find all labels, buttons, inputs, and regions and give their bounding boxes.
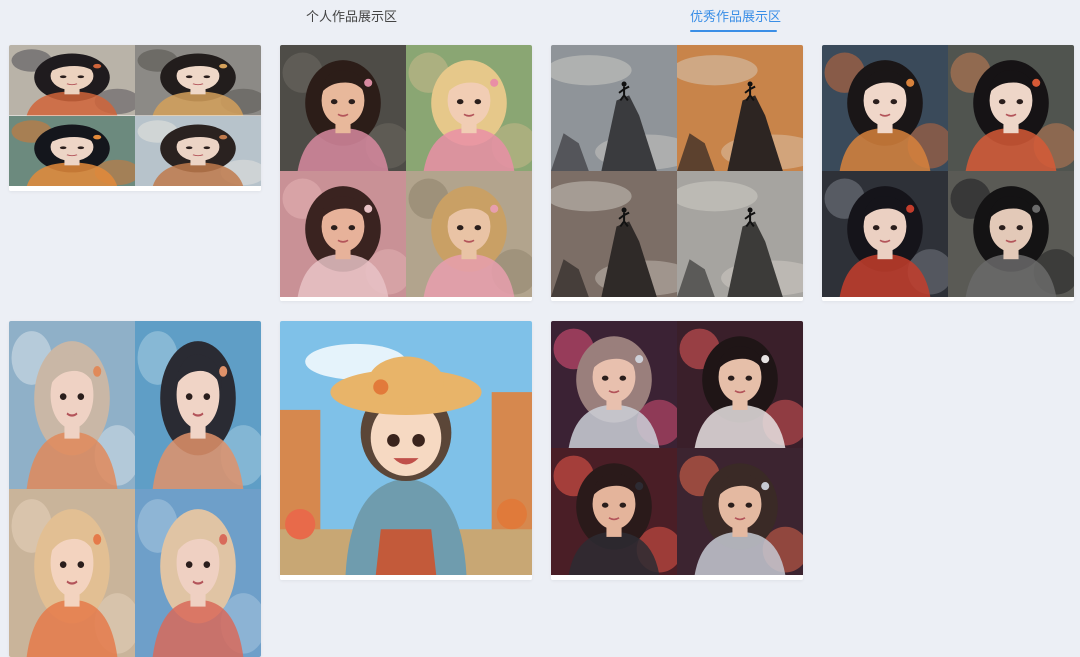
girl-in-water-image xyxy=(135,321,261,489)
gallery-card-neon-city[interactable] xyxy=(551,321,803,580)
cliff-climber-image xyxy=(677,171,803,297)
gallery-card-water-girls[interactable] xyxy=(9,321,261,657)
card-footer xyxy=(551,575,803,580)
cliff-climber-image xyxy=(677,45,803,171)
hanfu-girl-garden-image xyxy=(9,115,135,186)
hanfu-girl-garden-image xyxy=(135,115,261,186)
ornate-portrait-image xyxy=(822,171,948,297)
gallery-card-sunhat-girl[interactable] xyxy=(280,321,532,580)
girl-in-water-image xyxy=(9,321,135,489)
girl-in-water-image xyxy=(135,489,261,657)
ornate-portrait-image xyxy=(948,45,1074,171)
card-footer xyxy=(551,297,803,301)
ornate-portrait-image xyxy=(948,171,1074,297)
3d-cartoon-girl-image xyxy=(280,45,406,171)
card-footer xyxy=(280,575,532,580)
anime-sunhat-girl-image xyxy=(280,321,532,575)
card-footer xyxy=(822,297,1074,301)
ornate-portrait-image xyxy=(822,45,948,171)
active-tab-indicator xyxy=(690,30,777,32)
neon-city-portrait-image xyxy=(551,321,677,448)
tab-featured-works[interactable]: 优秀作品展示区 xyxy=(690,6,781,25)
cliff-climber-image xyxy=(551,171,677,297)
3d-cartoon-girl-image xyxy=(406,171,532,297)
3d-cartoon-girl-image xyxy=(406,45,532,171)
card-footer xyxy=(9,186,261,191)
gallery-card-cartoon-girls[interactable] xyxy=(280,45,532,301)
hanfu-girl-garden-image xyxy=(9,45,135,116)
tab-personal-works[interactable]: 个人作品展示区 xyxy=(306,6,397,25)
girl-in-water-image xyxy=(9,489,135,657)
hanfu-girl-garden-image xyxy=(135,45,261,116)
cliff-climber-image xyxy=(551,45,677,171)
gallery-card-cliff-climbers[interactable] xyxy=(551,45,803,301)
card-footer xyxy=(280,297,532,301)
gallery-tabs: 个人作品展示区 优秀作品展示区 xyxy=(0,0,1080,36)
neon-city-portrait-image xyxy=(551,448,677,575)
gallery-card-hanfu-garden[interactable] xyxy=(9,45,261,191)
3d-cartoon-girl-image xyxy=(280,171,406,297)
gallery-card-chinese-opera[interactable] xyxy=(822,45,1074,301)
neon-city-portrait-image xyxy=(677,321,803,448)
neon-city-portrait-image xyxy=(677,448,803,575)
